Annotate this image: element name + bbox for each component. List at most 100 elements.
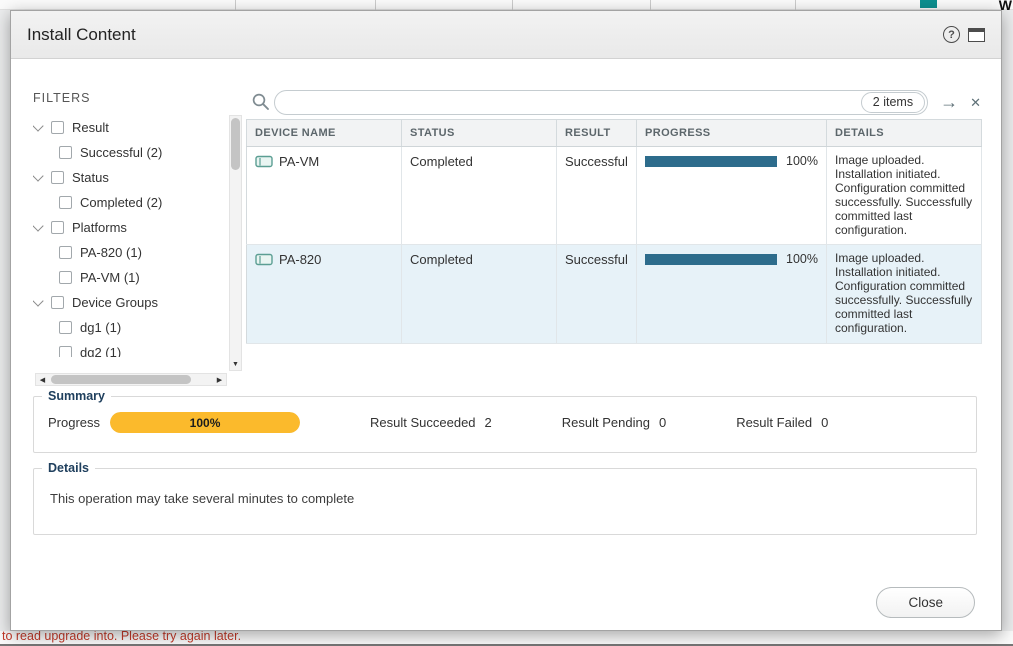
details-message: This operation may take several minutes …	[34, 475, 976, 506]
checkbox[interactable]	[59, 321, 72, 334]
search-field-wrap: 2 items	[274, 90, 928, 115]
filter-item-pa-vm[interactable]: PA-VM (1)	[33, 265, 227, 290]
filter-item-successful[interactable]: Successful (2)	[33, 140, 227, 165]
install-content-dialog: Install Content ? FILTERS Result Success…	[10, 10, 1002, 631]
scrollbar-thumb[interactable]	[51, 375, 191, 384]
column-header-result[interactable]: RESULT	[557, 120, 637, 147]
search-icon	[251, 92, 271, 112]
filter-item-dg2[interactable]: dg2 (1)	[33, 340, 227, 357]
stat-result-failed: Result Failed 0	[736, 415, 828, 430]
filter-item-label: dg1 (1)	[80, 320, 121, 335]
filter-item-label: PA-VM (1)	[80, 270, 140, 285]
filter-item-label: PA-820 (1)	[80, 245, 142, 260]
chevron-down-icon[interactable]	[33, 220, 44, 231]
filter-group-label: Status	[72, 170, 109, 185]
filter-group-platforms[interactable]: Platforms	[33, 215, 227, 240]
filter-item-label: dg2 (1)	[80, 345, 121, 357]
filters-vertical-scrollbar[interactable]: ▼	[229, 115, 242, 371]
filter-group-label: Device Groups	[72, 295, 158, 310]
device-icon	[255, 155, 273, 168]
filter-item-dg1[interactable]: dg1 (1)	[33, 315, 227, 340]
filter-group-status[interactable]: Status	[33, 165, 227, 190]
progress-bar	[645, 156, 777, 167]
column-header-status[interactable]: STATUS	[402, 120, 557, 147]
summary-legend: Summary	[42, 389, 111, 403]
device-status: Completed	[410, 252, 473, 267]
details-legend: Details	[42, 461, 95, 475]
background-column-line	[650, 0, 651, 10]
progress-bar	[645, 254, 777, 265]
background-teal-cell	[920, 0, 937, 8]
filters-tree: Result Successful (2) Status Completed (…	[33, 115, 227, 357]
progress-bar-track	[645, 156, 777, 167]
details-section: Details This operation may take several …	[33, 461, 977, 535]
table-header-row: DEVICE NAME STATUS RESULT PROGRESS DETAI…	[247, 120, 982, 147]
scrollbar-thumb[interactable]	[231, 118, 240, 170]
background-bottom-strip: to read upgrade into. Please try again l…	[0, 631, 1013, 646]
items-count-badge: 2 items	[861, 92, 925, 113]
checkbox[interactable]	[59, 146, 72, 159]
search-input[interactable]	[274, 90, 928, 115]
summary-progress-percent: 100%	[110, 412, 300, 433]
stat-value: 2	[485, 415, 492, 430]
devices-table: DEVICE NAME STATUS RESULT PROGRESS DETAI…	[246, 119, 982, 344]
summary-section: Summary Progress 100% Result Succeeded 2…	[33, 389, 977, 453]
dialog-header: Install Content ?	[11, 11, 1001, 59]
stat-value: 0	[821, 415, 828, 430]
filters-heading: FILTERS	[33, 91, 90, 105]
summary-progress-track: 100%	[110, 412, 300, 433]
scroll-down-icon[interactable]: ▼	[230, 358, 241, 370]
dialog-title: Install Content	[27, 25, 136, 45]
background-table-strip: W	[0, 0, 1013, 10]
scroll-right-icon[interactable]: ▶	[213, 374, 226, 385]
checkbox[interactable]	[59, 246, 72, 259]
checkbox[interactable]	[59, 346, 72, 357]
table-row[interactable]: PA-VM Completed Successful 100% Image up…	[247, 147, 982, 245]
device-result: Successful	[565, 252, 628, 267]
chevron-down-icon[interactable]	[33, 120, 44, 131]
device-result: Successful	[565, 154, 628, 169]
background-error-text: to read upgrade into. Please try again l…	[2, 629, 241, 643]
filter-group-label: Platforms	[72, 220, 127, 235]
filter-group-result[interactable]: Result	[33, 115, 227, 140]
stat-label: Result Pending	[562, 415, 650, 430]
clear-filter-icon[interactable]: ✕	[970, 96, 981, 109]
stat-label: Result Failed	[736, 415, 812, 430]
filter-item-label: Completed (2)	[80, 195, 162, 210]
background-column-line	[235, 0, 236, 10]
table-row[interactable]: PA-820 Completed Successful 100% Image u…	[247, 245, 982, 343]
device-name: PA-820	[279, 252, 321, 267]
checkbox[interactable]	[51, 121, 64, 134]
filter-item-pa-820[interactable]: PA-820 (1)	[33, 240, 227, 265]
checkbox[interactable]	[59, 271, 72, 284]
help-icon[interactable]: ?	[943, 26, 960, 43]
filter-group-device-groups[interactable]: Device Groups	[33, 290, 227, 315]
device-name: PA-VM	[279, 154, 319, 169]
filters-horizontal-scrollbar[interactable]: ◀ ▶	[35, 373, 227, 386]
device-icon	[255, 253, 273, 266]
column-header-progress[interactable]: PROGRESS	[637, 120, 827, 147]
column-header-device-name[interactable]: DEVICE NAME	[247, 120, 402, 147]
search-bar: 2 items → ✕	[251, 89, 981, 115]
checkbox[interactable]	[51, 171, 64, 184]
stat-value: 0	[659, 415, 666, 430]
apply-filter-arrow-icon[interactable]: →	[940, 93, 958, 111]
column-header-details[interactable]: DETAILS	[827, 120, 982, 147]
chevron-down-icon[interactable]	[33, 170, 44, 181]
progress-percent: 100%	[786, 154, 818, 168]
summary-progress-label: Progress	[48, 415, 100, 430]
close-button[interactable]: Close	[876, 587, 975, 618]
background-column-line	[512, 0, 513, 10]
device-status: Completed	[410, 154, 473, 169]
window-restore-icon[interactable]	[968, 28, 985, 42]
device-details: Image uploaded. Installation initiated. …	[835, 154, 973, 237]
device-details: Image uploaded. Installation initiated. …	[835, 252, 973, 335]
checkbox[interactable]	[51, 296, 64, 309]
chevron-down-icon[interactable]	[33, 295, 44, 306]
filter-item-completed[interactable]: Completed (2)	[33, 190, 227, 215]
filter-group-label: Result	[72, 120, 109, 135]
checkbox[interactable]	[51, 221, 64, 234]
stat-result-succeeded: Result Succeeded 2	[370, 415, 492, 430]
scroll-left-icon[interactable]: ◀	[36, 374, 49, 385]
checkbox[interactable]	[59, 196, 72, 209]
